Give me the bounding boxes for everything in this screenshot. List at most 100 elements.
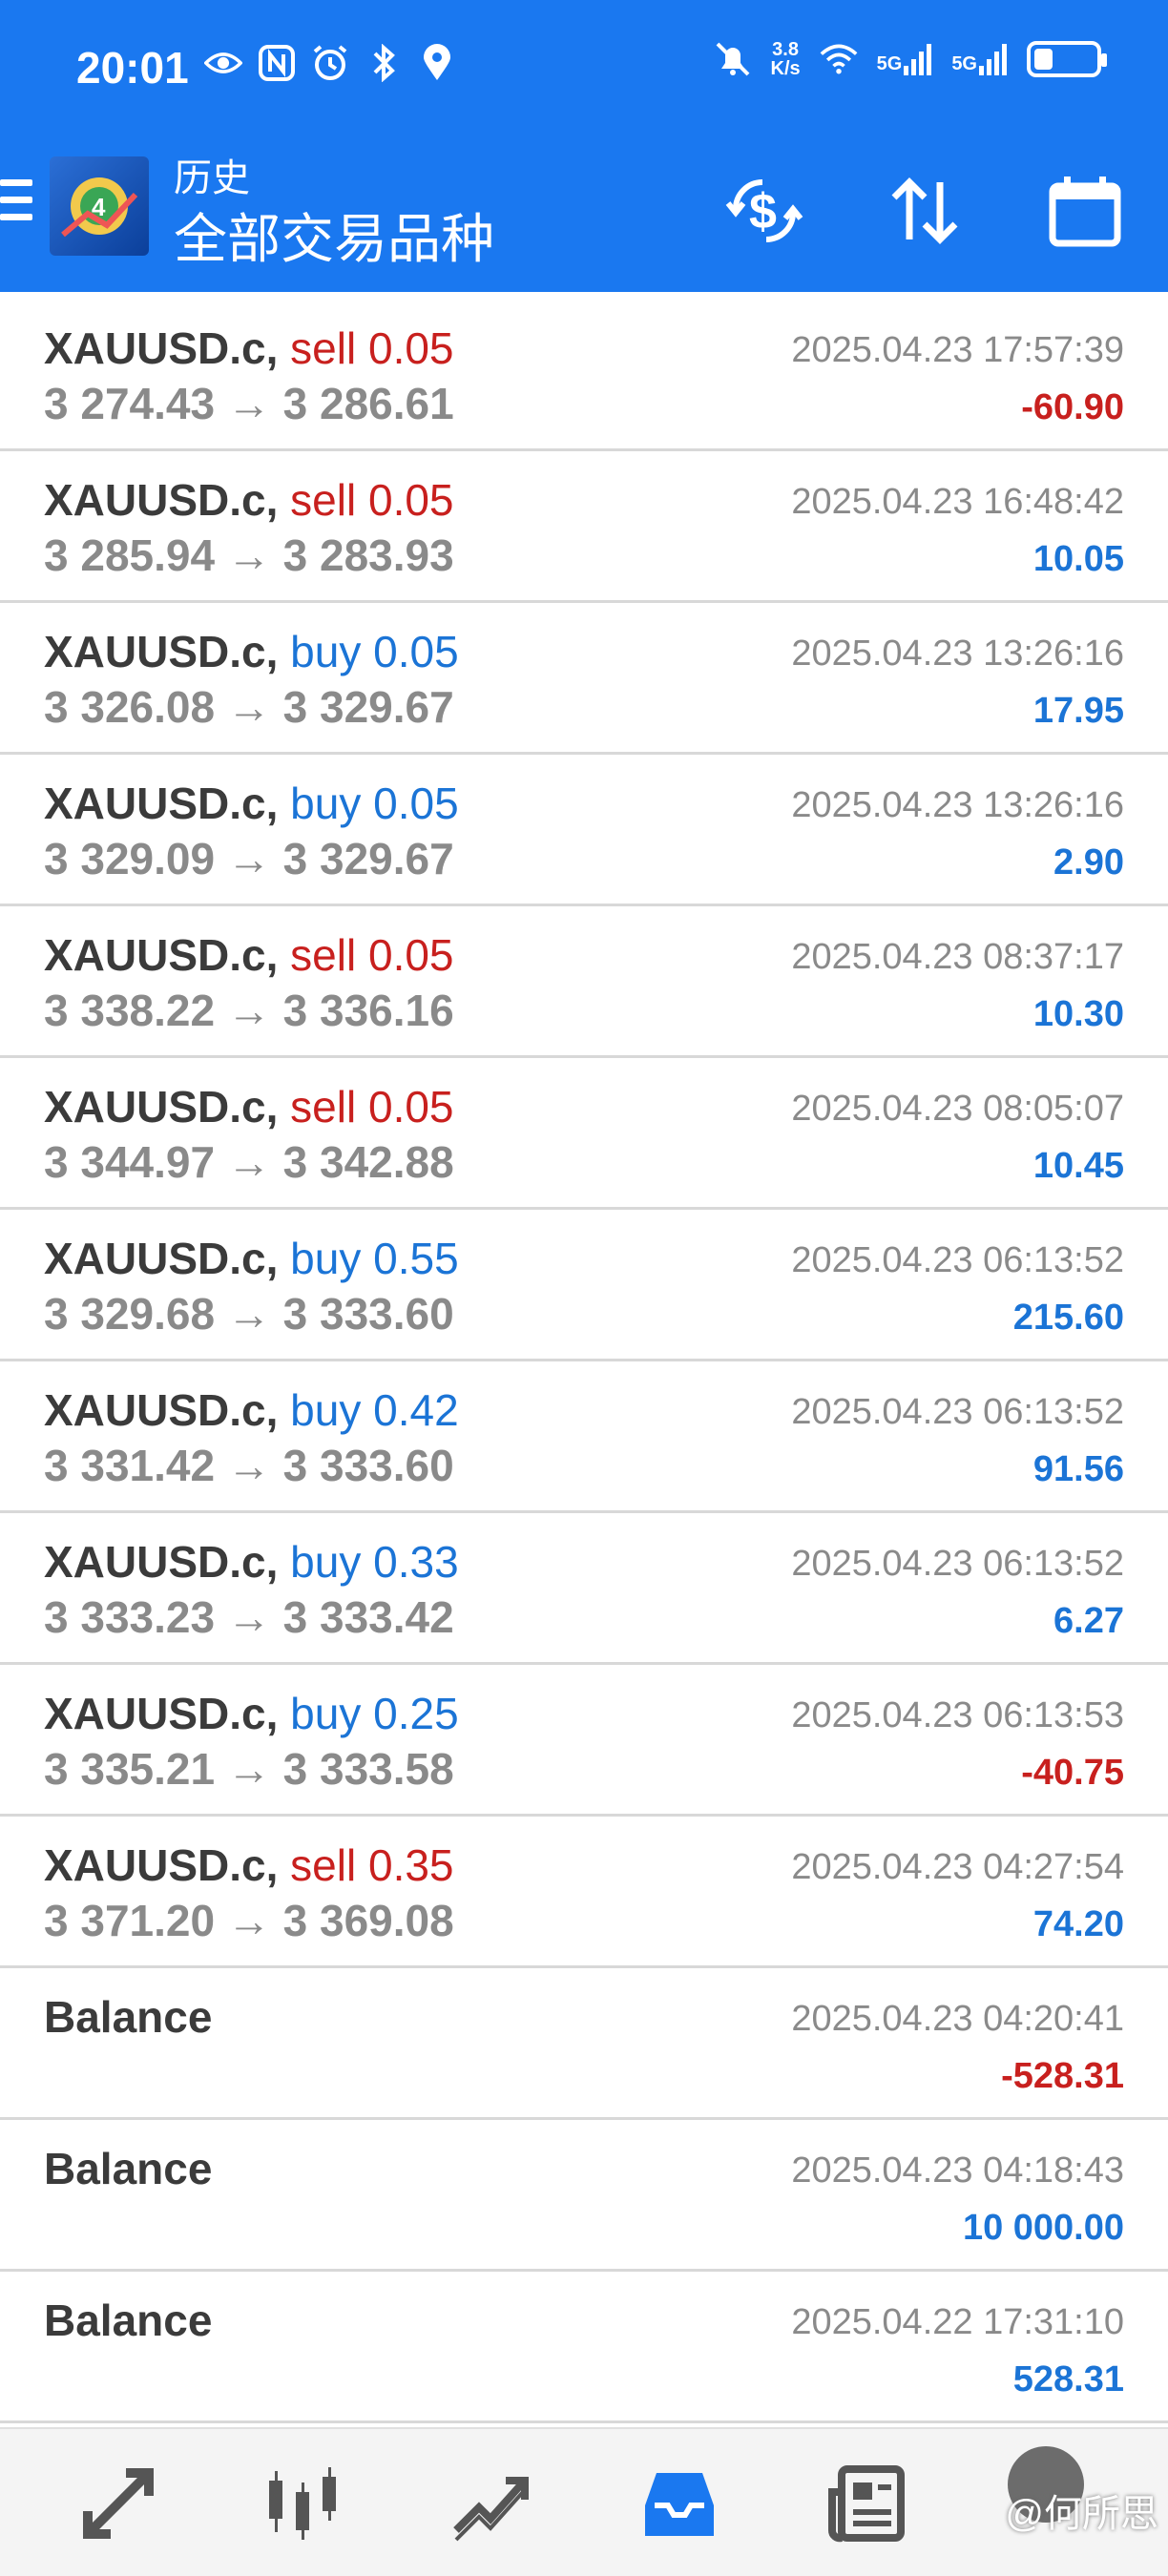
signal-bars-icon: [904, 44, 932, 75]
trade-row[interactable]: XAUUSD.c, buy 0.05 3 329.09 → 3 329.67 202…: [0, 755, 1168, 906]
trade-symbol: XAUUSD.c,: [44, 1537, 279, 1587]
nav-trade[interactable]: [445, 2458, 536, 2549]
sort-button[interactable]: [882, 168, 968, 254]
trade-symbol: XAUUSD.c,: [44, 779, 279, 828]
menu-icon[interactable]: [0, 179, 32, 233]
trade-row[interactable]: XAUUSD.c, buy 0.55 3 329.68 → 3 333.60 202…: [0, 1210, 1168, 1361]
trade-direction: sell: [290, 1082, 357, 1132]
trade-time: 2025.04.23 06:13:52: [791, 1392, 1124, 1432]
mute-bell-icon: [714, 40, 752, 78]
trade-title: XAUUSD.c, sell 0.05: [44, 929, 454, 981]
trade-direction: buy: [290, 1537, 362, 1587]
calendar-button[interactable]: [1042, 168, 1128, 254]
wifi-icon: [820, 40, 858, 78]
close-price: 3 283.93: [282, 530, 454, 580]
trade-direction: buy: [290, 1385, 362, 1435]
trade-profit: 2.90: [1053, 842, 1124, 883]
trade-direction: buy: [290, 1689, 362, 1738]
trade-row[interactable]: XAUUSD.c, sell 0.05 3 338.22 → 3 336.16 20…: [0, 906, 1168, 1058]
close-price: 3 342.88: [282, 1137, 454, 1187]
trade-symbol: XAUUSD.c,: [44, 475, 279, 525]
bottom-nav: @何所思: [0, 2427, 1168, 2576]
metatrader-logo-icon: 4: [50, 156, 149, 256]
open-price: 3 285.94: [44, 530, 216, 580]
arrow-right-icon: →: [226, 1441, 271, 1490]
close-price: 3 369.08: [282, 1896, 454, 1945]
trade-title: XAUUSD.c, buy 0.42: [44, 1384, 459, 1436]
currency-exchange-button[interactable]: $: [721, 168, 807, 254]
open-price: 3 371.20: [44, 1896, 216, 1945]
trade-profit: 10.45: [1032, 1146, 1124, 1186]
signal-1-label: 5G: [876, 53, 903, 74]
nav-news[interactable]: [821, 2458, 912, 2549]
trade-profit: -60.90: [1021, 387, 1124, 427]
balance-label: Balance: [44, 2296, 213, 2345]
close-price: 3 329.67: [282, 834, 454, 883]
trade-row[interactable]: XAUUSD.c, sell 0.35 3 371.20 → 3 369.08 20…: [0, 1817, 1168, 1968]
close-price: 3 286.61: [282, 379, 454, 428]
sort-arrows-icon: [891, 177, 958, 244]
arrow-right-icon: →: [226, 1592, 271, 1642]
trade-symbol: XAUUSD.c,: [44, 323, 279, 373]
trade-title: XAUUSD.c, sell 0.35: [44, 1839, 454, 1891]
arrow-right-icon: →: [226, 1744, 271, 1794]
balance-amount: 10 000.00: [962, 2208, 1124, 2248]
alarm-icon: [311, 44, 349, 82]
trade-row[interactable]: XAUUSD.c, buy 0.25 3 335.21 → 3 333.58 202…: [0, 1665, 1168, 1817]
trade-title: XAUUSD.c, buy 0.33: [44, 1536, 459, 1588]
trade-time: 2025.04.23 06:13:53: [791, 1695, 1124, 1735]
signal-bars-icon: [979, 44, 1007, 75]
quotes-icon: [83, 2468, 154, 2539]
status-icons-right: 3.8 K/s 5G 5G: [714, 40, 1107, 78]
nav-quotes[interactable]: [73, 2458, 164, 2549]
trade-direction: sell: [290, 1840, 357, 1890]
trade-title: XAUUSD.c, buy 0.05: [44, 778, 459, 829]
trade-prices: 3 329.09 → 3 329.67: [44, 833, 454, 884]
trade-volume: 0.05: [373, 779, 459, 828]
balance-row[interactable]: Balance 2025.04.22 17:31:10 528.31: [0, 2272, 1168, 2423]
trade-profit: 10.30: [1032, 994, 1124, 1034]
balance-row[interactable]: Balance 2025.04.23 04:20:41 -528.31: [0, 1968, 1168, 2120]
trade-prices: 3 331.42 → 3 333.60: [44, 1440, 454, 1491]
trade-title: XAUUSD.c, sell 0.05: [44, 322, 454, 374]
status-icons-left: [204, 44, 456, 82]
close-price: 3 333.42: [282, 1592, 454, 1642]
close-price: 3 329.67: [282, 682, 454, 732]
arrow-right-icon: →: [226, 986, 271, 1035]
balance-row[interactable]: Balance 2025.04.23 04:18:43 10 000.00: [0, 2120, 1168, 2272]
page-title[interactable]: 全部交易品种: [174, 197, 494, 274]
trade-volume: 0.55: [373, 1234, 459, 1283]
balance-label: Balance: [44, 1992, 213, 2042]
trade-prices: 3 329.68 → 3 333.60: [44, 1288, 454, 1340]
trade-title: XAUUSD.c, buy 0.05: [44, 626, 459, 677]
trade-symbol: XAUUSD.c,: [44, 1082, 279, 1132]
trade-profit: -40.75: [1021, 1753, 1124, 1793]
trade-time: 2025.04.23 08:37:17: [791, 937, 1124, 977]
trade-title: XAUUSD.c, sell 0.05: [44, 474, 454, 526]
trade-prices: 3 285.94 → 3 283.93: [44, 530, 454, 581]
trade-volume: 0.05: [367, 475, 454, 525]
nav-history[interactable]: [634, 2458, 725, 2549]
arrow-right-icon: →: [226, 530, 271, 580]
trade-prices: 3 344.97 → 3 342.88: [44, 1136, 454, 1188]
open-price: 3 326.08: [44, 682, 216, 732]
chart-candles-icon: [269, 2467, 336, 2540]
trade-row[interactable]: XAUUSD.c, buy 0.05 3 326.08 → 3 329.67 202…: [0, 603, 1168, 755]
status-time: 20:01: [76, 43, 189, 93]
trade-row[interactable]: XAUUSD.c, sell 0.05 3 285.94 → 3 283.93 20…: [0, 451, 1168, 603]
trade-row[interactable]: XAUUSD.c, buy 0.42 3 331.42 → 3 333.60 202…: [0, 1361, 1168, 1513]
nav-chart[interactable]: [258, 2458, 349, 2549]
open-price: 3 333.23: [44, 1592, 216, 1642]
balance-label: Balance: [44, 2144, 213, 2193]
arrow-right-icon: →: [226, 379, 271, 428]
trade-direction: buy: [290, 627, 362, 676]
status-bar: 20:01 3.8 K/s 5G 5G: [0, 0, 1168, 134]
trade-volume: 0.35: [367, 1840, 454, 1890]
signal-2: 5G: [951, 43, 1008, 75]
arrow-right-icon: →: [226, 1289, 271, 1339]
trade-row[interactable]: XAUUSD.c, sell 0.05 3 344.97 → 3 342.88 20…: [0, 1058, 1168, 1210]
trade-profit: 215.60: [1012, 1298, 1124, 1338]
trade-row[interactable]: XAUUSD.c, sell 0.05 3 274.43 → 3 286.61 20…: [0, 300, 1168, 451]
trade-direction: sell: [290, 323, 357, 373]
trade-row[interactable]: XAUUSD.c, buy 0.33 3 333.23 → 3 333.42 202…: [0, 1513, 1168, 1665]
